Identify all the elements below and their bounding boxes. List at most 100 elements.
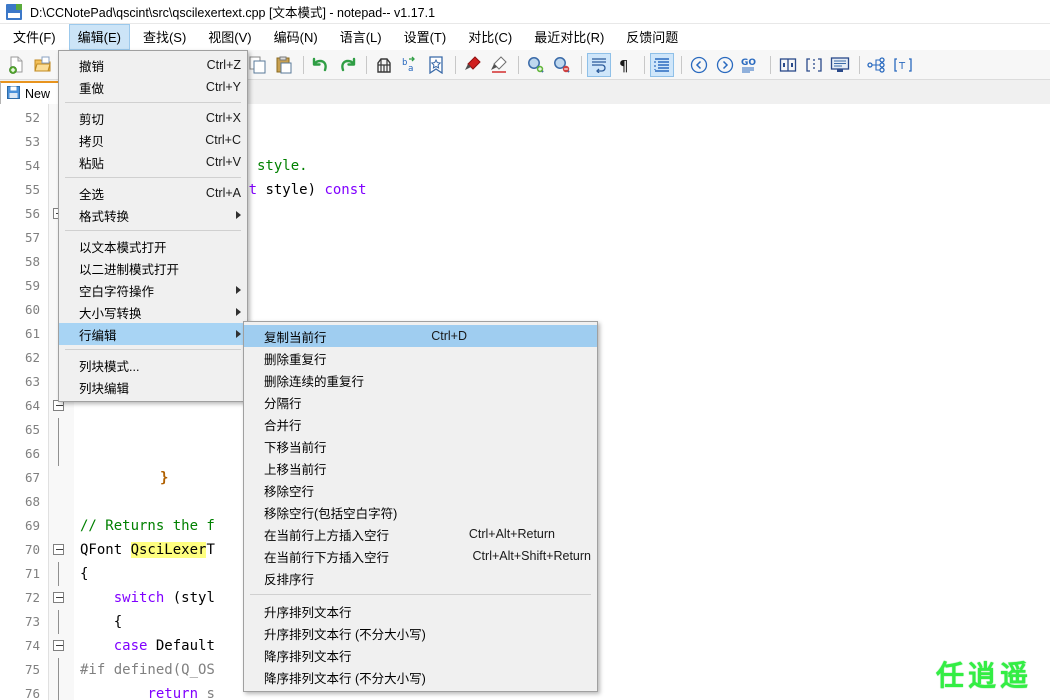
menu-bar: 文件(F) 编辑(E) 查找(S) 视图(V) 编码(N) 语言(L) 设置(T… [0,24,1050,50]
fold-row [49,610,74,634]
menu-item-copy[interactable]: 拷贝 Ctrl+C [59,129,247,151]
menu-item-label: 大小写转换 [79,306,142,321]
fold-row[interactable] [49,538,74,562]
menu-item-label: 升序排列文本行 [264,605,352,620]
menu-item-label: 撤销 [79,59,105,74]
menu-encoding[interactable]: 编码(N) [265,24,327,50]
menu-item-format-convert[interactable]: 格式转换 [59,204,247,226]
menu-edit[interactable]: 编辑(E) [68,24,130,50]
submenu-item-remove-duplicate-lines[interactable]: 删除重复行 [244,347,597,369]
fold-toggle-icon[interactable] [53,544,64,555]
submenu-item-move-line-up[interactable]: 上移当前行 [244,457,597,479]
submenu-item-remove-empty-lines-with-whitespace[interactable]: 移除空行(包括空白字符) [244,501,597,523]
submenu-item-join-lines[interactable]: 合并行 [244,413,597,435]
submenu-item-sort-ascending[interactable]: 升序排列文本行 [244,600,597,622]
bookmark-icon[interactable] [424,53,448,77]
menu-item-label: 在当前行下方插入空行 [264,550,390,565]
submenu-item-insert-blank-line-below[interactable]: 在当前行下方插入空行 Ctrl+Alt+Shift+Return [244,545,597,567]
line-number: 59 [24,278,40,293]
svg-text:GO: GO [741,58,756,68]
watermark: 任逍遥 [935,659,1032,692]
menu-item-undo[interactable]: 撤销 Ctrl+Z [59,54,247,76]
submenu-item-sort-ascending-ignore-case[interactable]: 升序排列文本行 (不分大小写) [244,622,597,644]
save-state-icon [7,85,20,102]
menu-item-whitespace-ops[interactable]: 空白字符操作 [59,279,247,301]
chevron-right-icon [236,330,241,338]
paste-icon[interactable] [272,53,296,77]
line-number: 55 [24,182,40,197]
menu-item-line-edit[interactable]: 行编辑 [59,323,247,345]
submenu-item-sort-descending[interactable]: 降序排列文本行 [244,644,597,666]
line-number: 58 [24,254,40,269]
menu-recent-compare[interactable]: 最近对比(R) [525,24,613,50]
text-mode-icon[interactable]: T [891,53,915,77]
menu-settings[interactable]: 设置(T) [395,24,456,50]
menu-item-redo[interactable]: 重做 Ctrl+Y [59,76,247,98]
show-indent-guide-icon[interactable] [650,52,674,77]
nav-forward-icon[interactable] [713,53,737,77]
submenu-item-remove-empty-lines[interactable]: 移除空行 [244,479,597,501]
replace-icon[interactable]: ba [398,53,422,77]
word-wrap-icon[interactable] [587,52,611,77]
menu-item-case-convert[interactable]: 大小写转换 [59,301,247,323]
menu-item-accel: Ctrl+C [205,133,241,147]
open-file-icon[interactable] [31,53,55,77]
nav-back-icon[interactable] [687,53,711,77]
menu-compare[interactable]: 对比(C) [459,24,521,50]
undo-icon[interactable] [309,53,333,77]
fold-row[interactable] [49,586,74,610]
menu-separator [250,594,591,595]
submenu-item-reverse-line-order[interactable]: 反排序行 [244,567,597,589]
menu-file[interactable]: 文件(F) [4,24,65,50]
line-edit-submenu-popup[interactable]: 复制当前行 Ctrl+D 删除重复行 删除连续的重复行 分隔行 合并行 下移当前… [243,321,598,692]
menu-item-column-edit[interactable]: 列块编辑 [59,376,247,398]
menu-item-label: 删除连续的重复行 [264,374,365,389]
line-number: 70 [24,542,40,557]
goto-line-icon[interactable]: GO [739,53,763,77]
fold-toggle-icon[interactable] [53,592,64,603]
screen-compare-icon[interactable] [828,53,852,77]
menu-item-label: 格式转换 [79,209,130,224]
submenu-item-remove-consecutive-duplicate-lines[interactable]: 删除连续的重复行 [244,369,597,391]
svg-text:b: b [402,58,407,68]
split-view-icon[interactable] [776,53,800,77]
show-pilcrow-icon[interactable]: ¶ [613,53,637,77]
zoom-in-icon[interactable] [524,53,548,77]
find-icon[interactable] [372,53,396,77]
redo-icon[interactable] [335,53,359,77]
menu-view[interactable]: 视图(V) [199,24,260,50]
toolbar-separator [303,55,304,74]
copy-icon[interactable] [246,53,270,77]
menu-separator [65,349,241,350]
column-select-icon[interactable] [802,53,826,77]
menu-language[interactable]: 语言(L) [331,24,391,50]
app-icon [6,3,22,20]
hierarchy-icon[interactable] [865,53,889,77]
menu-item-column-mode[interactable]: 列块模式... [59,354,247,376]
toolbar-separator [455,55,456,74]
menu-item-cut[interactable]: 剪切 Ctrl+X [59,107,247,129]
zoom-out-icon[interactable] [550,53,574,77]
submenu-item-insert-blank-line-above[interactable]: 在当前行上方插入空行 Ctrl+Alt+Return [244,523,597,545]
menu-item-accel: Ctrl+A [205,186,241,200]
chevron-right-icon [236,211,241,219]
line-number: 68 [24,494,40,509]
menu-item-open-as-binary[interactable]: 以二进制模式打开 [59,257,247,279]
fold-toggle-icon[interactable] [53,640,64,651]
new-file-icon[interactable] [5,53,29,77]
line-number: 75 [24,662,40,677]
menu-item-open-as-text[interactable]: 以文本模式打开 [59,235,247,257]
menu-feedback[interactable]: 反馈问题 [617,24,687,50]
clear-marker-icon[interactable] [487,53,511,77]
submenu-item-sort-descending-ignore-case[interactable]: 降序排列文本行 (不分大小写) [244,666,597,688]
submenu-item-duplicate-line[interactable]: 复制当前行 Ctrl+D [244,325,597,347]
highlight-marker-icon[interactable] [461,53,485,77]
menu-item-select-all[interactable]: 全选 Ctrl+A [59,182,247,204]
submenu-item-split-lines[interactable]: 分隔行 [244,391,597,413]
menu-item-paste[interactable]: 粘贴 Ctrl+V [59,151,247,173]
menu-item-label: 移除空行(包括空白字符) [264,506,398,521]
edit-menu-popup[interactable]: 撤销 Ctrl+Z 重做 Ctrl+Y 剪切 Ctrl+X 拷贝 Ctrl+C … [58,50,248,402]
submenu-item-move-line-down[interactable]: 下移当前行 [244,435,597,457]
menu-search[interactable]: 查找(S) [134,24,195,50]
fold-row[interactable] [49,634,74,658]
